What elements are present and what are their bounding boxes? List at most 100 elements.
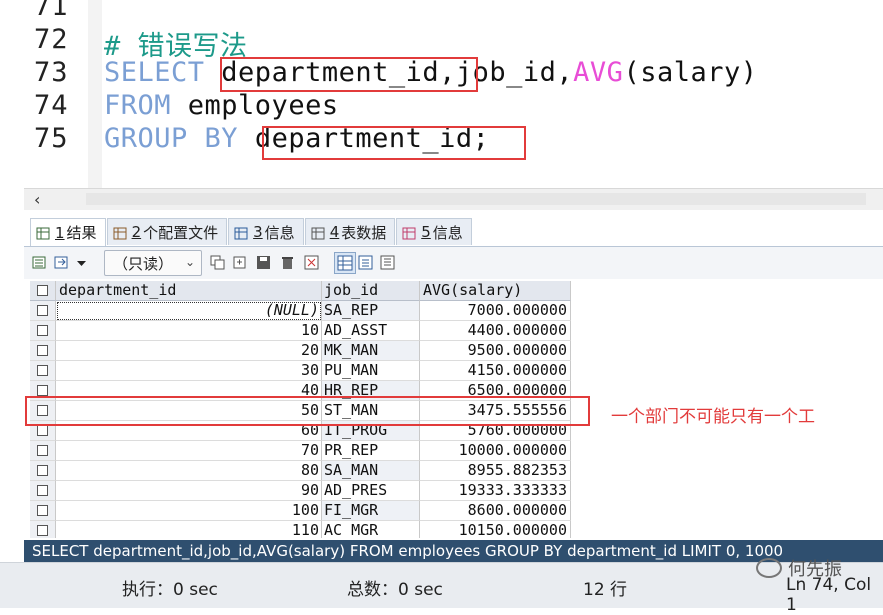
table-cell[interactable]: 4150.000000 bbox=[420, 361, 571, 381]
table-cell[interactable]: 19333.333333 bbox=[420, 481, 571, 501]
table-row[interactable]: 20 MK_MAN 9500.000000 bbox=[30, 341, 571, 361]
row-selector[interactable] bbox=[30, 281, 56, 301]
checkbox[interactable] bbox=[37, 465, 48, 476]
copy-icon[interactable] bbox=[210, 255, 225, 270]
row-selector[interactable] bbox=[30, 461, 56, 481]
tab-3[interactable]: 3 信息 bbox=[228, 218, 304, 245]
checkbox[interactable] bbox=[37, 425, 48, 436]
table-cell[interactable]: SA_MAN bbox=[322, 461, 420, 481]
tab-1[interactable]: 1 结果 bbox=[30, 218, 106, 246]
code-token: SELECT bbox=[104, 57, 222, 88]
text-view-icon[interactable] bbox=[380, 255, 395, 270]
row-selector[interactable] bbox=[30, 321, 56, 341]
table-row[interactable]: 110 AC_MGR 10150.000000 bbox=[30, 521, 571, 538]
delete-icon[interactable] bbox=[280, 255, 295, 270]
column-header[interactable]: job_id bbox=[322, 281, 420, 301]
table-cell[interactable]: 20 bbox=[56, 341, 322, 361]
table-cell[interactable]: 30 bbox=[56, 361, 322, 381]
table-cell[interactable]: AD_PRES bbox=[322, 481, 420, 501]
table-cell[interactable]: 100 bbox=[56, 501, 322, 521]
row-selector[interactable] bbox=[30, 521, 56, 538]
editor-horizontal-scrollbar[interactable]: ‹ bbox=[24, 188, 883, 211]
result-toolbar: （只读） ⌄ bbox=[24, 247, 883, 279]
checkbox[interactable] bbox=[37, 505, 48, 516]
table-cell[interactable]: AC_MGR bbox=[322, 521, 420, 538]
table-cell[interactable]: 70 bbox=[56, 441, 322, 461]
table-row[interactable]: 10 AD_ASST 4400.000000 bbox=[30, 321, 571, 341]
annotation-highlight-row bbox=[25, 396, 590, 426]
table-row[interactable]: 90 AD_PRES 19333.333333 bbox=[30, 481, 571, 501]
table-cell[interactable]: 8955.882353 bbox=[420, 461, 571, 481]
table-cell[interactable]: 8600.000000 bbox=[420, 501, 571, 521]
save-icon[interactable] bbox=[256, 255, 271, 270]
table-cell[interactable]: 10 bbox=[56, 321, 322, 341]
tab-4[interactable]: 4 表数据 bbox=[304, 218, 396, 245]
row-selector[interactable] bbox=[30, 501, 56, 521]
table-cell[interactable]: 10000.000000 bbox=[420, 441, 571, 461]
code-token: (salary) bbox=[623, 57, 758, 88]
table-cell[interactable]: (NULL) bbox=[56, 301, 322, 321]
table-cell[interactable]: 110 bbox=[56, 521, 322, 538]
scroll-left-icon[interactable]: ‹ bbox=[34, 190, 40, 209]
tab-number: 5 bbox=[421, 223, 431, 241]
table-cell[interactable]: AD_ASST bbox=[322, 321, 420, 341]
duplicate-icon[interactable] bbox=[232, 255, 247, 270]
checkbox[interactable] bbox=[37, 365, 48, 376]
info-icon bbox=[234, 226, 248, 239]
row-selector[interactable] bbox=[30, 341, 56, 361]
readonly-label: （只读） bbox=[113, 254, 174, 273]
table-cell[interactable]: 90 bbox=[56, 481, 322, 501]
row-selector[interactable] bbox=[30, 301, 56, 321]
code-token: employees bbox=[187, 90, 339, 121]
table-row[interactable]: 70 PR_REP 10000.000000 bbox=[30, 441, 571, 461]
checkbox[interactable] bbox=[37, 485, 48, 496]
table-cell[interactable]: 9500.000000 bbox=[420, 341, 571, 361]
column-header[interactable]: AVG(salary) bbox=[420, 281, 571, 301]
dropdown-icon[interactable] bbox=[74, 255, 89, 270]
table-row[interactable]: 30 PU_MAN 4150.000000 bbox=[30, 361, 571, 381]
checkbox[interactable] bbox=[37, 445, 48, 456]
table-cell[interactable]: FI_MGR bbox=[322, 501, 420, 521]
line-number: 71 bbox=[34, 0, 69, 22]
table-cell[interactable]: PR_REP bbox=[322, 441, 420, 461]
checkbox[interactable] bbox=[37, 285, 48, 296]
sql-editor[interactable]: 71 72 # 错误写法 73 SELECT department_id,job_id,… bbox=[0, 0, 883, 188]
table-cell[interactable]: 80 bbox=[56, 461, 322, 481]
table-cell[interactable]: MK_MAN bbox=[322, 341, 420, 361]
refresh-icon[interactable] bbox=[304, 255, 319, 270]
table-cell[interactable]: 10150.000000 bbox=[420, 521, 571, 538]
row-selector[interactable] bbox=[30, 361, 56, 381]
column-header[interactable]: department_id bbox=[56, 281, 322, 301]
checkbox[interactable] bbox=[37, 525, 48, 536]
checkbox[interactable] bbox=[37, 305, 48, 316]
highlight-select-columns bbox=[220, 57, 478, 92]
row-selector[interactable] bbox=[30, 481, 56, 501]
row-selector[interactable] bbox=[30, 441, 56, 461]
table-row[interactable]: 80 SA_MAN 8955.882353 bbox=[30, 461, 571, 481]
scroll-thumb[interactable] bbox=[86, 193, 866, 205]
grid-view-icon[interactable] bbox=[334, 252, 356, 274]
table-cell[interactable]: PU_MAN bbox=[322, 361, 420, 381]
code-token: FROM bbox=[104, 90, 188, 121]
export-icon[interactable] bbox=[32, 255, 47, 270]
readonly-select[interactable]: （只读） ⌄ bbox=[104, 250, 202, 276]
table-cell[interactable]: 4400.000000 bbox=[420, 321, 571, 341]
tab-5[interactable]: 5 信息 bbox=[396, 218, 472, 245]
table-cell[interactable]: SA_REP bbox=[322, 301, 420, 321]
profile-icon bbox=[113, 226, 127, 239]
checkbox[interactable] bbox=[37, 345, 48, 356]
form-view-icon[interactable] bbox=[358, 255, 373, 270]
table-row[interactable]: (NULL) SA_REP 7000.000000 bbox=[30, 301, 571, 321]
line-number: 75 bbox=[34, 123, 69, 154]
grid-icon bbox=[36, 226, 50, 240]
code-line: FROM employees bbox=[104, 90, 339, 121]
table-row[interactable]: 100 FI_MGR 8600.000000 bbox=[30, 501, 571, 521]
watermark-text: 何先振 bbox=[788, 559, 842, 580]
import-icon[interactable] bbox=[54, 255, 69, 270]
highlight-group-by-column bbox=[262, 126, 526, 160]
checkbox[interactable] bbox=[37, 325, 48, 336]
table-cell[interactable]: 7000.000000 bbox=[420, 301, 571, 321]
code-token: GROUP BY bbox=[104, 123, 255, 154]
checkbox[interactable] bbox=[37, 385, 48, 396]
tab-2[interactable]: 2 个配置文件 bbox=[106, 218, 228, 245]
